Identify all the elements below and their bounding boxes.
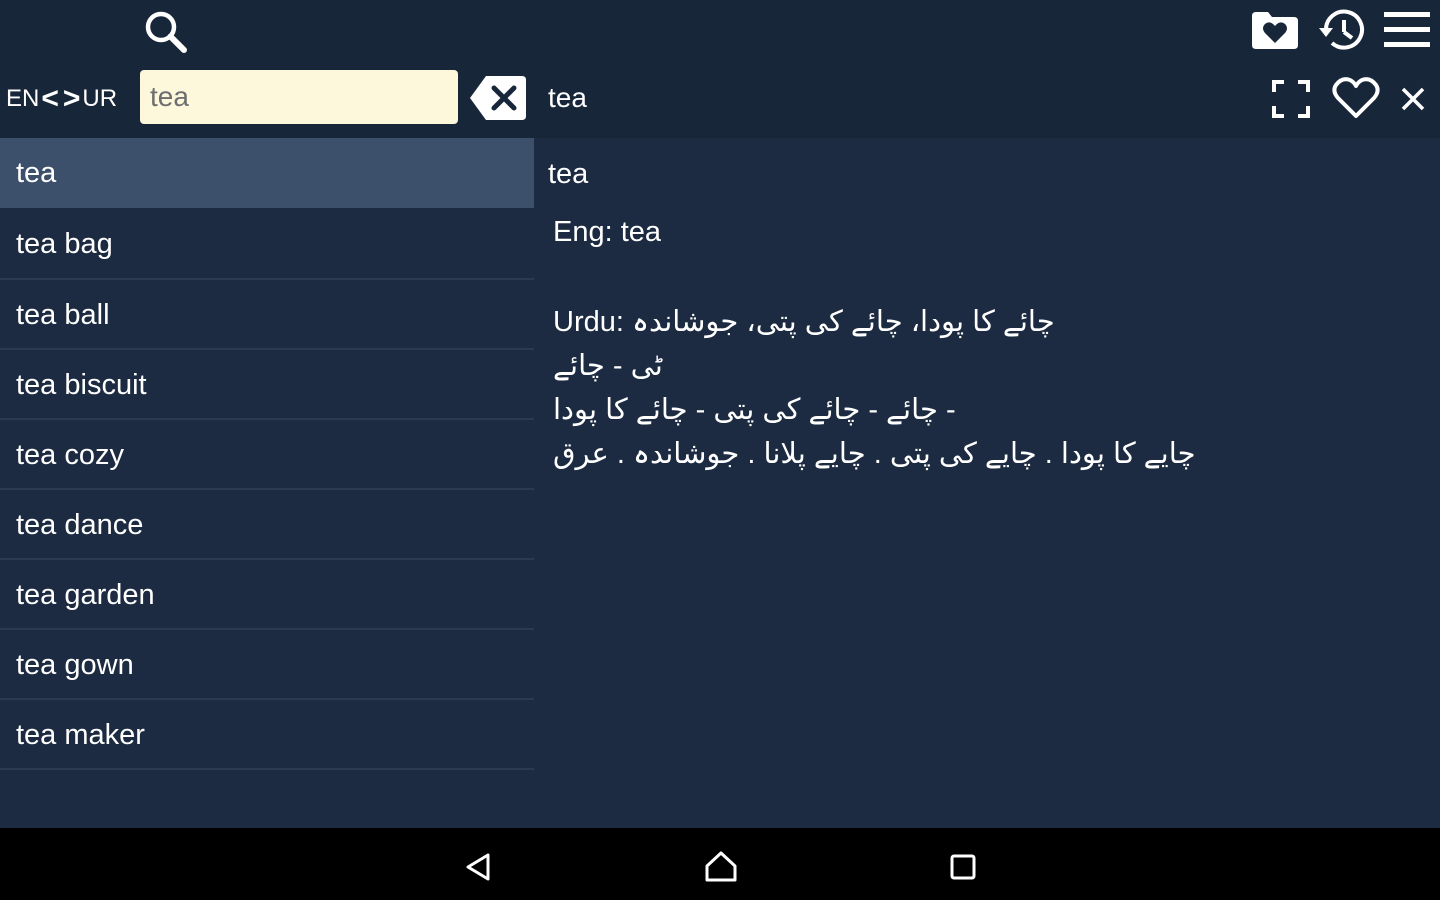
navigation-bar [0, 828, 1440, 900]
search-icon[interactable] [142, 8, 188, 54]
list-item[interactable]: tea garden [0, 560, 534, 630]
home-icon[interactable] [704, 850, 738, 882]
left-arrow-icon[interactable]: < [41, 84, 59, 114]
recents-icon[interactable] [950, 854, 976, 880]
search-input[interactable] [140, 70, 458, 124]
favorites-folder-icon[interactable] [1250, 10, 1300, 50]
urdu-line: چایے کا پودا . چایے کی پتی . چایے پلانا … [553, 438, 1196, 470]
menu-icon[interactable] [1384, 12, 1430, 48]
list-item[interactable]: tea cozy [0, 420, 534, 490]
target-language-label: UR [82, 85, 118, 112]
english-definition: Eng: tea [553, 216, 662, 248]
language-toggle[interactable]: EN < > UR [6, 80, 117, 118]
list-item[interactable]: tea bag [0, 208, 534, 280]
list-item[interactable]: tea biscuit [0, 350, 534, 420]
list-item[interactable]: tea dance [0, 490, 534, 560]
urdu-line: ٹی - چائے [553, 350, 663, 382]
right-arrow-icon[interactable]: > [63, 84, 81, 114]
word-list: tea tea bag tea ball tea biscuit tea coz… [0, 138, 534, 828]
definition-pane: tea Eng: tea Urdu: چائے کا پودا، چائے کی… [534, 138, 1440, 828]
source-language-label: EN [6, 85, 40, 112]
clear-search-button[interactable] [470, 76, 526, 120]
list-item[interactable]: tea [0, 138, 534, 208]
list-item[interactable]: tea maker [0, 700, 534, 770]
history-icon[interactable] [1316, 6, 1368, 54]
close-icon[interactable] [1400, 86, 1426, 112]
list-item[interactable]: tea ball [0, 280, 534, 350]
fullscreen-icon[interactable] [1272, 80, 1310, 118]
urdu-definition: Urdu: چائے کا پودا، چائے کی پتی، جوشاندہ… [553, 300, 1196, 476]
back-icon[interactable] [464, 852, 492, 882]
urdu-line: Urdu: چائے کا پودا، چائے کی پتی، جوشاندہ [553, 306, 1055, 338]
urdu-line: چائے - چائے کی پتی - چائے کا پودا - [553, 394, 956, 426]
favorite-heart-icon[interactable] [1332, 76, 1380, 120]
header-word: tea [548, 82, 587, 113]
definition-title: tea [548, 158, 589, 190]
list-item[interactable]: tea gown [0, 630, 534, 700]
